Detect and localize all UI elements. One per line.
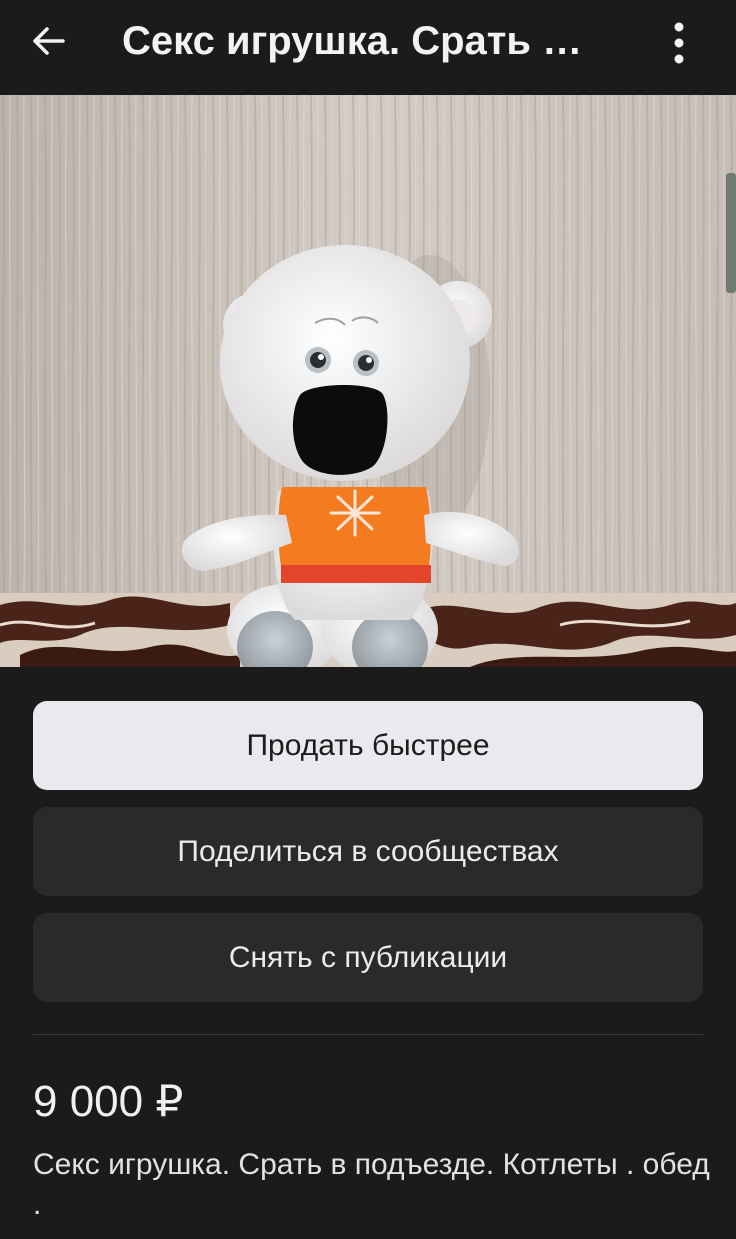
sell-faster-button[interactable]: Продать быстрее <box>33 701 703 790</box>
unpublish-button[interactable]: Снять с публикации <box>33 913 703 1002</box>
listing-screen: Секс игрушка. Срать в подъезде. Котлеты … <box>0 0 736 1239</box>
arrow-left-icon <box>33 27 65 55</box>
top-app-bar: Секс игрушка. Срать в подъезде. Котлеты … <box>0 0 736 95</box>
listing-price: 9 000 ₽ <box>33 1077 184 1126</box>
more-vertical-icon <box>674 22 684 64</box>
back-button[interactable] <box>22 14 76 68</box>
listing-description: Секс игрушка. Срать в подъезде. Котлеты … <box>33 1148 710 1221</box>
divider <box>33 1034 703 1035</box>
page-title: Секс игрушка. Срать в подъезде. Котлеты … <box>122 19 598 63</box>
more-options-button[interactable] <box>654 14 704 72</box>
listing-photo[interactable] <box>0 95 736 667</box>
share-in-communities-button[interactable]: Поделиться в сообществах <box>33 807 703 896</box>
